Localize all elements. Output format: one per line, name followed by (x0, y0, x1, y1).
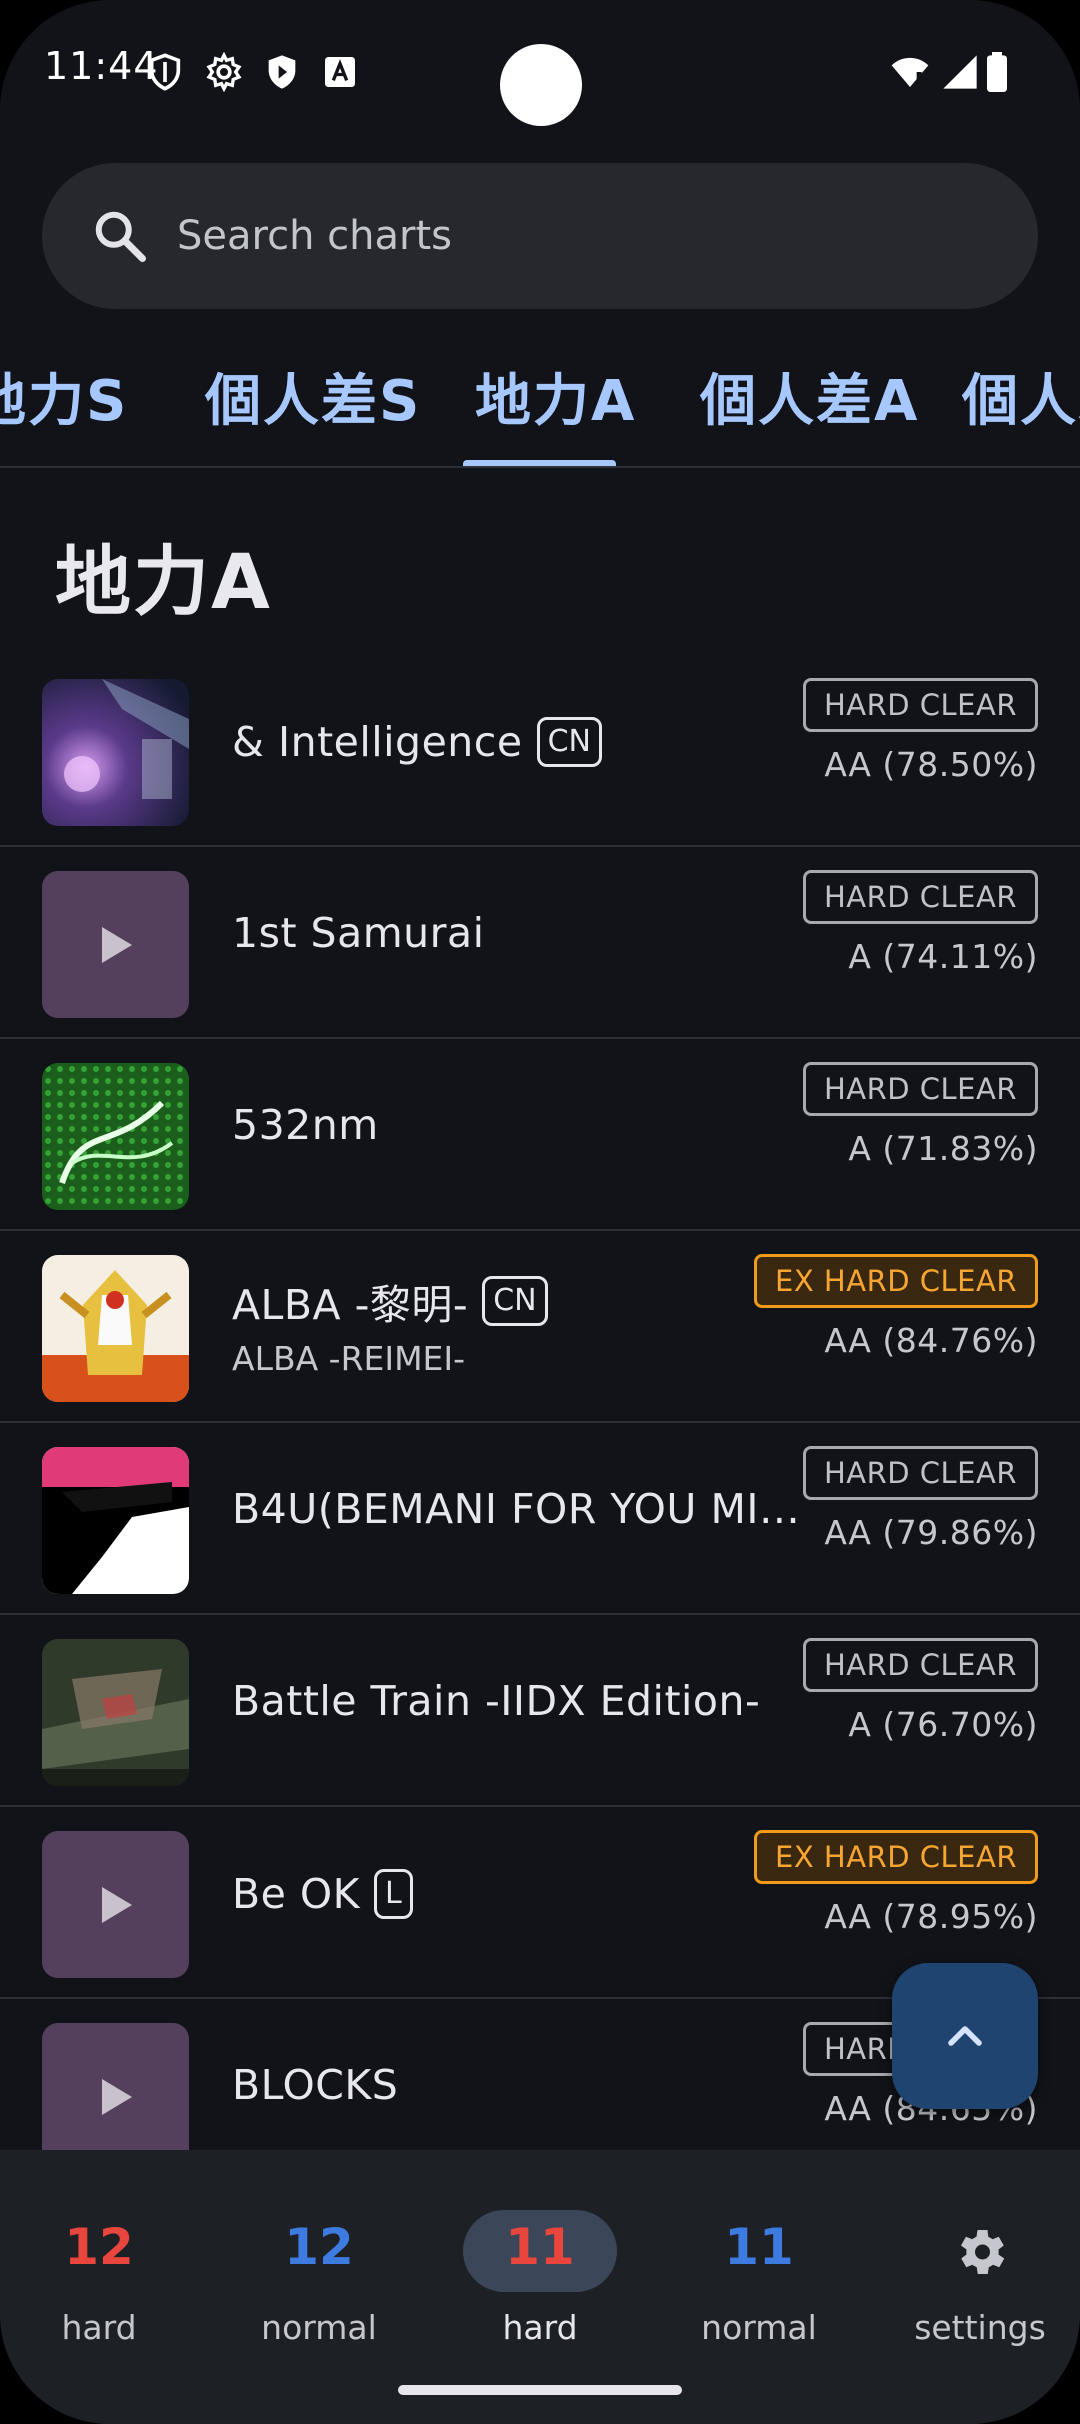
gear-icon (206, 52, 242, 92)
nav-level-number: 12 (64, 2218, 134, 2276)
clear-lamp-badge: HARD CLEAR (802, 1446, 1038, 1500)
section-title: 地力A (55, 537, 272, 626)
chart-list[interactable]: & Intelligence CN HARD CLEAR AA (78.50%)… (0, 655, 1080, 2150)
score-grade: AA (84.76%) (824, 1321, 1038, 1360)
score-grade: A (76.70%) (848, 1705, 1038, 1744)
song-title: ALBA -黎明- (232, 1281, 469, 1329)
gear-icon (961, 2230, 1005, 2274)
clear-lamp-badge: EX HARD CLEAR (754, 1254, 1038, 1308)
nav-level-12-normal[interactable]: 12 normal (211, 2180, 427, 2347)
tab-kojinsa-a[interactable]: 個人差A (700, 356, 919, 437)
nav-label: normal (701, 2308, 817, 2347)
nav-label: settings (914, 2308, 1046, 2347)
search-icon (95, 211, 146, 262)
song-title-line: & Intelligence CN (232, 717, 602, 767)
version-tag: CN (536, 717, 602, 767)
clear-lamp-badge: HARD CLEAR (802, 870, 1038, 924)
song-title: & Intelligence (232, 718, 523, 766)
song-title: 1st Samurai (232, 909, 485, 957)
play-icon (102, 2079, 132, 2115)
battery-icon (987, 52, 1007, 92)
score-grade: A (74.11%) (848, 937, 1038, 976)
song-title: BLOCKS (232, 2061, 399, 2109)
nav-level-number: 11 (724, 2218, 794, 2276)
tab-kojinsa-s[interactable]: 個人差S (205, 356, 421, 437)
song-jacket (42, 1063, 189, 1210)
song-title-line: BLOCKS (232, 2061, 398, 2109)
nav-level-11-normal[interactable]: 11 normal (651, 2180, 867, 2347)
song-title: B4U(BEMANI FOR YOU MI… (232, 1485, 801, 1533)
clear-lamp-badge: HARD CLEAR (802, 678, 1038, 732)
camera-cutout (500, 44, 582, 126)
score-grade: AA (78.50%) (824, 745, 1038, 784)
play-icon (102, 1887, 132, 1923)
status-bar: 11:44 (0, 0, 1080, 140)
song-title: 532nm (232, 1101, 379, 1149)
list-item[interactable]: 1st Samurai HARD CLEAR A (74.11%) (0, 847, 1080, 1039)
nav-settings[interactable]: settings (872, 2180, 1080, 2347)
clear-lamp-badge: HARD CLEAR (802, 1062, 1038, 1116)
version-tag: L (374, 1869, 413, 1919)
clear-lamp-badge: EX HARD CLEAR (754, 1830, 1038, 1884)
search-bar[interactable] (42, 163, 1038, 309)
song-jacket (42, 679, 189, 826)
song-jacket (42, 1255, 189, 1402)
play-icon (102, 927, 132, 963)
song-title-line: Battle Train -IIDX Edition- (232, 1677, 760, 1725)
status-time: 11:44 (44, 44, 159, 88)
score-grade: AA (79.86%) (824, 1513, 1038, 1552)
nav-label: normal (261, 2308, 377, 2347)
song-jacket-placeholder (42, 1831, 189, 1978)
song-subtitle: ALBA -REIMEI- (232, 1339, 466, 1378)
song-title: Battle Train -IIDX Edition- (232, 1677, 761, 1725)
version-tag: CN (482, 1276, 548, 1326)
list-item[interactable]: Battle Train -IIDX Edition- HARD CLEAR A… (0, 1615, 1080, 1807)
nav-label: hard (61, 2308, 137, 2347)
home-indicator[interactable] (398, 2385, 682, 2395)
play-protect-icon (268, 55, 296, 89)
score-grade: A (71.83%) (848, 1129, 1038, 1168)
song-title-line: ALBA -黎明- CN (232, 1271, 548, 1331)
nav-label: hard (502, 2308, 578, 2347)
score-grade: AA (78.95%) (824, 1897, 1038, 1936)
song-title-line: Be OK L (232, 1869, 413, 1919)
nav-level-number: 11 (505, 2218, 575, 2276)
song-title-line: 1st Samurai (232, 909, 485, 957)
clear-lamp-badge: HARD CLEAR (802, 1638, 1038, 1692)
song-jacket-placeholder (42, 871, 189, 1018)
song-jacket (42, 1447, 189, 1594)
bottom-navigation: 12 hard 12 normal 11 hard 11 normal sett… (0, 2150, 1080, 2424)
tab-chiryoku-s[interactable]: 地力S (0, 356, 128, 437)
category-tabs: 地力S 個人差S 地力A 個人差A 個人差 (0, 330, 1080, 468)
song-jacket (42, 1639, 189, 1786)
chevron-up-icon (948, 2026, 982, 2046)
song-title-line: B4U(BEMANI FOR YOU MI… (232, 1485, 800, 1533)
list-item[interactable]: ALBA -黎明- CN ALBA -REIMEI- EX HARD CLEAR… (0, 1231, 1080, 1423)
tab-indicator (463, 460, 616, 466)
song-title-line: 532nm (232, 1101, 379, 1149)
vpn-shield-icon (149, 53, 181, 91)
signal-icon (943, 55, 977, 89)
scroll-to-top-button[interactable] (892, 1963, 1038, 2109)
list-item[interactable]: 532nm HARD CLEAR A (71.83%) (0, 1039, 1080, 1231)
search-input[interactable] (177, 203, 977, 269)
list-item[interactable]: B4U(BEMANI FOR YOU MI… HARD CLEAR AA (79… (0, 1423, 1080, 1615)
song-title: Be OK (232, 1870, 361, 1918)
wifi-icon (891, 57, 929, 87)
nav-level-12-hard[interactable]: 12 hard (0, 2180, 207, 2347)
tab-kojinsa[interactable]: 個人差 (962, 356, 1080, 437)
list-item[interactable]: & Intelligence CN HARD CLEAR AA (78.50%) (0, 655, 1080, 847)
font-a-icon (325, 57, 355, 87)
nav-level-number: 12 (284, 2218, 354, 2276)
nav-level-11-hard[interactable]: 11 hard (432, 2180, 648, 2347)
tab-chiryoku-a[interactable]: 地力A (475, 356, 636, 437)
app-screen: 11:44 地力S 個人差S 地力A 個人差A 個人差 地力A & Intell… (0, 0, 1080, 2424)
song-jacket-placeholder (42, 2023, 189, 2150)
